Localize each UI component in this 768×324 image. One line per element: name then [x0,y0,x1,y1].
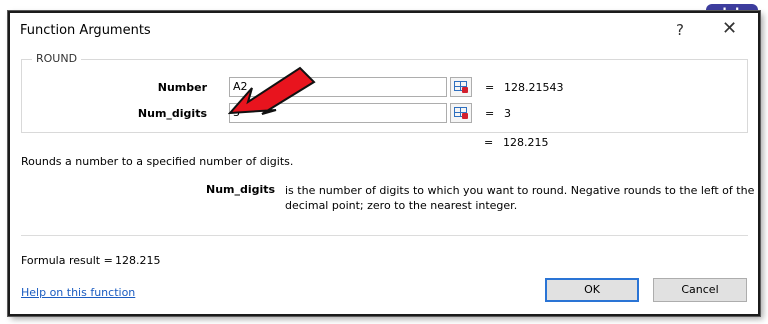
function-description: Rounds a number to a specified number of… [21,155,294,168]
cancel-button[interactable]: Cancel [653,278,747,302]
divider [21,235,748,236]
function-result-value: 128.215 [503,136,549,149]
function-name-label: ROUND [32,52,82,65]
num-digits-range-select-button[interactable] [450,103,472,123]
num-digits-result: 3 [504,107,511,120]
title-bar: Function Arguments ? ✕ [10,13,758,47]
function-group-round: ROUND Number A2 = 128.21543 Num_digits 3… [21,52,748,133]
red-arrow-annotation [228,66,316,115]
param-help-text: is the number of digits to which you wan… [285,184,755,212]
formula-result-label: Formula result = [21,254,113,267]
range-select-icon [462,113,468,119]
function-result-equals: = [484,136,494,149]
dialog-title: Function Arguments [20,23,151,38]
function-arguments-dialog: Function Arguments ? ✕ ROUND Number A2 =… [8,11,760,316]
arrow-shape [228,66,316,115]
ok-button[interactable]: OK [545,278,639,302]
number-equals: = [485,81,495,94]
number-label: Number [157,81,207,94]
number-result: 128.21543 [504,81,564,94]
param-help-name: Num_digits [206,183,276,196]
range-select-icon [462,87,468,93]
help-icon[interactable]: ? [676,21,684,39]
close-icon[interactable]: ✕ [722,18,737,39]
num-digits-label: Num_digits [137,107,207,120]
help-on-function-link[interactable]: Help on this function [21,286,135,299]
formula-result-value: 128.215 [115,254,161,267]
number-range-select-button[interactable] [450,77,472,97]
num-digits-equals: = [485,107,495,120]
